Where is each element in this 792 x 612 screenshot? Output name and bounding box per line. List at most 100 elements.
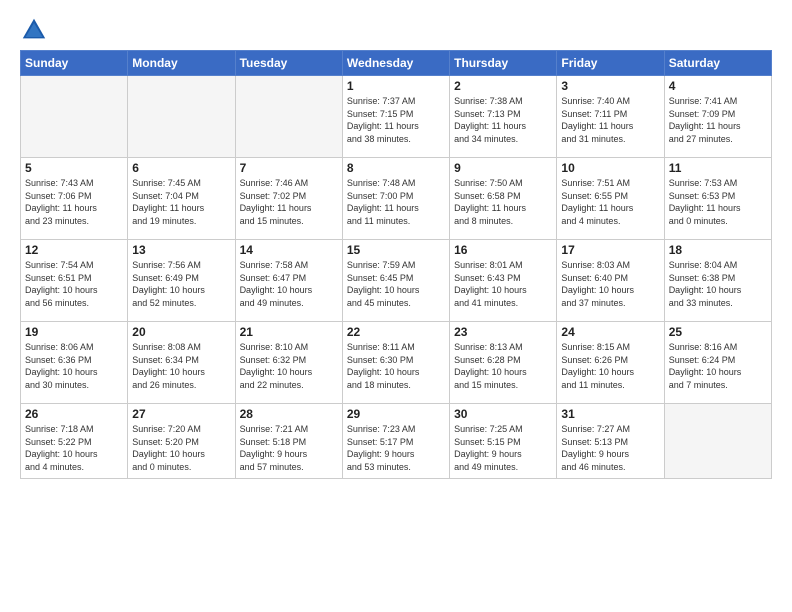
header <box>20 16 772 44</box>
day-number: 3 <box>561 79 659 93</box>
calendar-header: SundayMondayTuesdayWednesdayThursdayFrid… <box>21 51 772 76</box>
calendar-cell: 25 Sunrise: 8:16 AM Sunset: 6:24 PM Dayli… <box>664 322 771 404</box>
calendar-cell: 1Sunrise: 7:37 AM Sunset: 7:15 PM Daylig… <box>342 76 449 158</box>
weekday-header-tuesday: Tuesday <box>235 51 342 76</box>
day-number: 24 <box>561 325 659 339</box>
day-number: 10 <box>561 161 659 175</box>
day-info: Sunrise: 7:43 AM Sunset: 7:06 PM Dayligh… <box>25 177 123 227</box>
calendar-cell <box>21 76 128 158</box>
day-number: 18 <box>669 243 767 257</box>
calendar-cell: 29Sunrise: 7:23 AM Sunset: 5:17 PM Dayli… <box>342 404 449 479</box>
day-number: 30 <box>454 407 552 421</box>
calendar-cell: 28Sunrise: 7:21 AM Sunset: 5:18 PM Dayli… <box>235 404 342 479</box>
calendar-cell: 15 Sunrise: 7:59 AM Sunset: 6:45 PM Dayli… <box>342 240 449 322</box>
page: SundayMondayTuesdayWednesdayThursdayFrid… <box>0 0 792 612</box>
calendar-cell: 21 Sunrise: 8:10 AM Sunset: 6:32 PM Dayli… <box>235 322 342 404</box>
day-number: 20 <box>132 325 230 339</box>
day-number: 1 <box>347 79 445 93</box>
day-number: 31 <box>561 407 659 421</box>
day-number: 12 <box>25 243 123 257</box>
day-number: 21 <box>240 325 338 339</box>
day-info: Sunrise: 8:04 AM Sunset: 6:38 PM Dayligh… <box>669 259 767 309</box>
day-info: Sunrise: 7:41 AM Sunset: 7:09 PM Dayligh… <box>669 95 767 145</box>
calendar-cell: 9 Sunrise: 7:50 AM Sunset: 6:58 PM Daylig… <box>450 158 557 240</box>
day-number: 13 <box>132 243 230 257</box>
day-info: Sunrise: 7:25 AM Sunset: 5:15 PM Dayligh… <box>454 423 552 473</box>
day-info: Sunrise: 8:01 AM Sunset: 6:43 PM Dayligh… <box>454 259 552 309</box>
week-row-5: 26 Sunrise: 7:18 AM Sunset: 5:22 PM Dayli… <box>21 404 772 479</box>
day-number: 9 <box>454 161 552 175</box>
day-number: 6 <box>132 161 230 175</box>
calendar-cell: 6 Sunrise: 7:45 AM Sunset: 7:04 PM Daylig… <box>128 158 235 240</box>
logo-icon <box>20 16 48 44</box>
day-number: 25 <box>669 325 767 339</box>
calendar-cell: 8 Sunrise: 7:48 AM Sunset: 7:00 PM Daylig… <box>342 158 449 240</box>
weekday-header-friday: Friday <box>557 51 664 76</box>
calendar-cell: 27Sunrise: 7:20 AM Sunset: 5:20 PM Dayli… <box>128 404 235 479</box>
day-info: Sunrise: 8:08 AM Sunset: 6:34 PM Dayligh… <box>132 341 230 391</box>
calendar-cell: 11Sunrise: 7:53 AM Sunset: 6:53 PM Dayli… <box>664 158 771 240</box>
day-number: 8 <box>347 161 445 175</box>
calendar-cell: 12Sunrise: 7:54 AM Sunset: 6:51 PM Dayli… <box>21 240 128 322</box>
day-info: Sunrise: 7:18 AM Sunset: 5:22 PM Dayligh… <box>25 423 123 473</box>
weekday-header-thursday: Thursday <box>450 51 557 76</box>
calendar-cell: 13 Sunrise: 7:56 AM Sunset: 6:49 PM Dayli… <box>128 240 235 322</box>
day-number: 7 <box>240 161 338 175</box>
day-info: Sunrise: 8:13 AM Sunset: 6:28 PM Dayligh… <box>454 341 552 391</box>
calendar-cell: 17 Sunrise: 8:03 AM Sunset: 6:40 PM Dayli… <box>557 240 664 322</box>
day-number: 19 <box>25 325 123 339</box>
day-number: 5 <box>25 161 123 175</box>
calendar-cell: 4 Sunrise: 7:41 AM Sunset: 7:09 PM Daylig… <box>664 76 771 158</box>
day-info: Sunrise: 7:45 AM Sunset: 7:04 PM Dayligh… <box>132 177 230 227</box>
calendar-cell: 31Sunrise: 7:27 AM Sunset: 5:13 PM Dayli… <box>557 404 664 479</box>
day-number: 15 <box>347 243 445 257</box>
day-info: Sunrise: 7:48 AM Sunset: 7:00 PM Dayligh… <box>347 177 445 227</box>
week-row-2: 5 Sunrise: 7:43 AM Sunset: 7:06 PM Daylig… <box>21 158 772 240</box>
calendar-cell: 19 Sunrise: 8:06 AM Sunset: 6:36 PM Dayli… <box>21 322 128 404</box>
day-info: Sunrise: 7:46 AM Sunset: 7:02 PM Dayligh… <box>240 177 338 227</box>
calendar-cell: 16Sunrise: 8:01 AM Sunset: 6:43 PM Dayli… <box>450 240 557 322</box>
day-info: Sunrise: 8:16 AM Sunset: 6:24 PM Dayligh… <box>669 341 767 391</box>
day-info: Sunrise: 8:03 AM Sunset: 6:40 PM Dayligh… <box>561 259 659 309</box>
day-info: Sunrise: 7:21 AM Sunset: 5:18 PM Dayligh… <box>240 423 338 473</box>
day-info: Sunrise: 8:10 AM Sunset: 6:32 PM Dayligh… <box>240 341 338 391</box>
calendar-cell: 23 Sunrise: 8:13 AM Sunset: 6:28 PM Dayli… <box>450 322 557 404</box>
weekday-row: SundayMondayTuesdayWednesdayThursdayFrid… <box>21 51 772 76</box>
day-number: 2 <box>454 79 552 93</box>
day-info: Sunrise: 7:59 AM Sunset: 6:45 PM Dayligh… <box>347 259 445 309</box>
calendar-cell: 10Sunrise: 7:51 AM Sunset: 6:55 PM Dayli… <box>557 158 664 240</box>
calendar-cell: 30 Sunrise: 7:25 AM Sunset: 5:15 PM Dayli… <box>450 404 557 479</box>
calendar-cell <box>664 404 771 479</box>
day-number: 22 <box>347 325 445 339</box>
weekday-header-wednesday: Wednesday <box>342 51 449 76</box>
calendar-cell: 14 Sunrise: 7:58 AM Sunset: 6:47 PM Dayli… <box>235 240 342 322</box>
calendar-cell <box>235 76 342 158</box>
day-info: Sunrise: 7:56 AM Sunset: 6:49 PM Dayligh… <box>132 259 230 309</box>
weekday-header-saturday: Saturday <box>664 51 771 76</box>
day-number: 17 <box>561 243 659 257</box>
calendar-body: 1Sunrise: 7:37 AM Sunset: 7:15 PM Daylig… <box>21 76 772 479</box>
day-number: 14 <box>240 243 338 257</box>
day-info: Sunrise: 7:53 AM Sunset: 6:53 PM Dayligh… <box>669 177 767 227</box>
day-info: Sunrise: 7:58 AM Sunset: 6:47 PM Dayligh… <box>240 259 338 309</box>
day-number: 4 <box>669 79 767 93</box>
day-number: 26 <box>25 407 123 421</box>
calendar-cell: 7 Sunrise: 7:46 AM Sunset: 7:02 PM Daylig… <box>235 158 342 240</box>
day-number: 23 <box>454 325 552 339</box>
calendar-table: SundayMondayTuesdayWednesdayThursdayFrid… <box>20 50 772 479</box>
weekday-header-monday: Monday <box>128 51 235 76</box>
weekday-header-sunday: Sunday <box>21 51 128 76</box>
calendar-cell: 20 Sunrise: 8:08 AM Sunset: 6:34 PM Dayli… <box>128 322 235 404</box>
day-info: Sunrise: 7:40 AM Sunset: 7:11 PM Dayligh… <box>561 95 659 145</box>
calendar-cell: 5 Sunrise: 7:43 AM Sunset: 7:06 PM Daylig… <box>21 158 128 240</box>
calendar-cell: 24 Sunrise: 8:15 AM Sunset: 6:26 PM Dayli… <box>557 322 664 404</box>
day-info: Sunrise: 8:06 AM Sunset: 6:36 PM Dayligh… <box>25 341 123 391</box>
calendar-cell: 3 Sunrise: 7:40 AM Sunset: 7:11 PM Daylig… <box>557 76 664 158</box>
day-info: Sunrise: 7:50 AM Sunset: 6:58 PM Dayligh… <box>454 177 552 227</box>
calendar-cell <box>128 76 235 158</box>
calendar-cell: 18 Sunrise: 8:04 AM Sunset: 6:38 PM Dayli… <box>664 240 771 322</box>
day-info: Sunrise: 8:15 AM Sunset: 6:26 PM Dayligh… <box>561 341 659 391</box>
day-number: 29 <box>347 407 445 421</box>
week-row-4: 19 Sunrise: 8:06 AM Sunset: 6:36 PM Dayli… <box>21 322 772 404</box>
logo <box>20 16 52 44</box>
